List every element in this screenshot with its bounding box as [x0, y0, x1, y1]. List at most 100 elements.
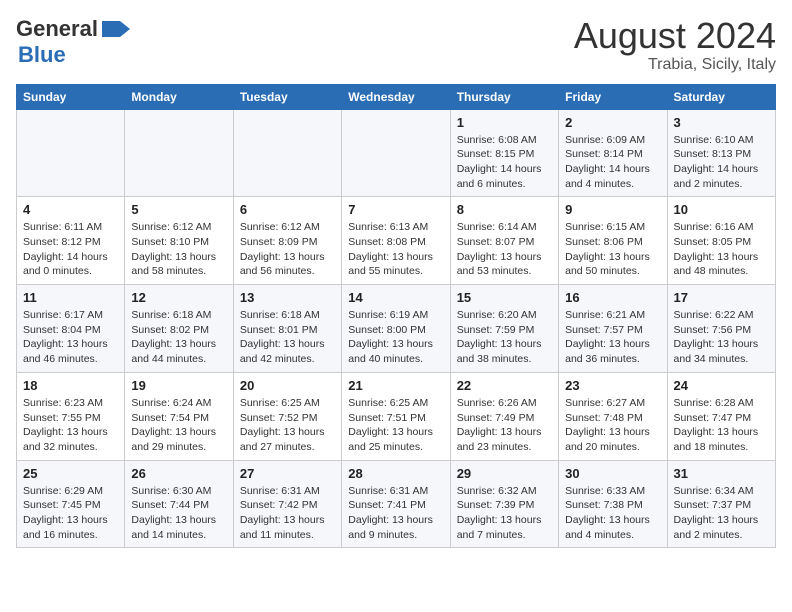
day-info: Sunrise: 6:18 AMSunset: 8:02 PMDaylight:… [131, 308, 226, 367]
calendar-cell [125, 109, 233, 197]
calendar-cell: 24 Sunrise: 6:28 AMSunset: 7:47 PMDayligh… [667, 372, 775, 460]
weekday-header-thursday: Thursday [450, 84, 558, 109]
calendar-cell [233, 109, 341, 197]
day-number: 28 [348, 466, 443, 481]
day-number: 8 [457, 202, 552, 217]
weekday-header-row: SundayMondayTuesdayWednesdayThursdayFrid… [17, 84, 776, 109]
calendar-cell: 7 Sunrise: 6:13 AMSunset: 8:08 PMDaylight… [342, 197, 450, 285]
day-number: 31 [674, 466, 769, 481]
day-info: Sunrise: 6:31 AMSunset: 7:41 PMDaylight:… [348, 484, 443, 543]
day-info: Sunrise: 6:09 AMSunset: 8:14 PMDaylight:… [565, 133, 660, 192]
day-number: 30 [565, 466, 660, 481]
day-info: Sunrise: 6:33 AMSunset: 7:38 PMDaylight:… [565, 484, 660, 543]
day-number: 29 [457, 466, 552, 481]
day-number: 25 [23, 466, 118, 481]
day-info: Sunrise: 6:22 AMSunset: 7:56 PMDaylight:… [674, 308, 769, 367]
day-info: Sunrise: 6:32 AMSunset: 7:39 PMDaylight:… [457, 484, 552, 543]
day-info: Sunrise: 6:12 AMSunset: 8:09 PMDaylight:… [240, 220, 335, 279]
calendar-cell: 25 Sunrise: 6:29 AMSunset: 7:45 PMDayligh… [17, 460, 125, 548]
day-number: 12 [131, 290, 226, 305]
day-info: Sunrise: 6:13 AMSunset: 8:08 PMDaylight:… [348, 220, 443, 279]
calendar-week-1: 4 Sunrise: 6:11 AMSunset: 8:12 PMDaylight… [17, 197, 776, 285]
day-number: 3 [674, 115, 769, 130]
day-info: Sunrise: 6:20 AMSunset: 7:59 PMDaylight:… [457, 308, 552, 367]
calendar-week-0: 1 Sunrise: 6:08 AMSunset: 8:15 PMDaylight… [17, 109, 776, 197]
day-number: 15 [457, 290, 552, 305]
weekday-header-tuesday: Tuesday [233, 84, 341, 109]
calendar-cell: 31 Sunrise: 6:34 AMSunset: 7:37 PMDayligh… [667, 460, 775, 548]
day-info: Sunrise: 6:21 AMSunset: 7:57 PMDaylight:… [565, 308, 660, 367]
calendar-subtitle: Trabia, Sicily, Italy [574, 56, 776, 74]
day-info: Sunrise: 6:12 AMSunset: 8:10 PMDaylight:… [131, 220, 226, 279]
day-number: 11 [23, 290, 118, 305]
calendar-body: 1 Sunrise: 6:08 AMSunset: 8:15 PMDaylight… [17, 109, 776, 548]
calendar-week-4: 25 Sunrise: 6:29 AMSunset: 7:45 PMDayligh… [17, 460, 776, 548]
calendar-cell: 17 Sunrise: 6:22 AMSunset: 7:56 PMDayligh… [667, 285, 775, 373]
calendar-cell: 28 Sunrise: 6:31 AMSunset: 7:41 PMDayligh… [342, 460, 450, 548]
day-info: Sunrise: 6:29 AMSunset: 7:45 PMDaylight:… [23, 484, 118, 543]
day-number: 5 [131, 202, 226, 217]
calendar-cell: 16Sunrise: 6:21 AMSunset: 7:57 PMDayligh… [559, 285, 667, 373]
day-number: 10 [674, 202, 769, 217]
calendar-cell: 8Sunrise: 6:14 AMSunset: 8:07 PMDaylight… [450, 197, 558, 285]
day-number: 2 [565, 115, 660, 130]
calendar-table: SundayMondayTuesdayWednesdayThursdayFrid… [16, 84, 776, 549]
day-number: 21 [348, 378, 443, 393]
day-info: Sunrise: 6:25 AMSunset: 7:51 PMDaylight:… [348, 396, 443, 455]
day-info: Sunrise: 6:24 AMSunset: 7:54 PMDaylight:… [131, 396, 226, 455]
day-number: 17 [674, 290, 769, 305]
calendar-cell [342, 109, 450, 197]
calendar-cell: 1 Sunrise: 6:08 AMSunset: 8:15 PMDaylight… [450, 109, 558, 197]
calendar-cell: 14Sunrise: 6:19 AMSunset: 8:00 PMDayligh… [342, 285, 450, 373]
calendar-cell: 22 Sunrise: 6:26 AMSunset: 7:49 PMDayligh… [450, 372, 558, 460]
day-info: Sunrise: 6:23 AMSunset: 7:55 PMDaylight:… [23, 396, 118, 455]
weekday-header-saturday: Saturday [667, 84, 775, 109]
calendar-cell: 13 Sunrise: 6:18 AMSunset: 8:01 PMDayligh… [233, 285, 341, 373]
calendar-cell: 4 Sunrise: 6:11 AMSunset: 8:12 PMDaylight… [17, 197, 125, 285]
calendar-header: SundayMondayTuesdayWednesdayThursdayFrid… [17, 84, 776, 109]
day-info: Sunrise: 6:08 AMSunset: 8:15 PMDaylight:… [457, 133, 552, 192]
calendar-cell: 21 Sunrise: 6:25 AMSunset: 7:51 PMDayligh… [342, 372, 450, 460]
day-info: Sunrise: 6:19 AMSunset: 8:00 PMDaylight:… [348, 308, 443, 367]
day-info: Sunrise: 6:26 AMSunset: 7:49 PMDaylight:… [457, 396, 552, 455]
day-number: 20 [240, 378, 335, 393]
calendar-cell [17, 109, 125, 197]
calendar-week-2: 11Sunrise: 6:17 AMSunset: 8:04 PMDayligh… [17, 285, 776, 373]
day-info: Sunrise: 6:18 AMSunset: 8:01 PMDaylight:… [240, 308, 335, 367]
calendar-cell: 27Sunrise: 6:31 AMSunset: 7:42 PMDayligh… [233, 460, 341, 548]
day-info: Sunrise: 6:16 AMSunset: 8:05 PMDaylight:… [674, 220, 769, 279]
day-info: Sunrise: 6:25 AMSunset: 7:52 PMDaylight:… [240, 396, 335, 455]
day-number: 19 [131, 378, 226, 393]
calendar-cell: 9Sunrise: 6:15 AMSunset: 8:06 PMDaylight… [559, 197, 667, 285]
day-info: Sunrise: 6:28 AMSunset: 7:47 PMDaylight:… [674, 396, 769, 455]
day-number: 7 [348, 202, 443, 217]
day-number: 24 [674, 378, 769, 393]
day-info: Sunrise: 6:34 AMSunset: 7:37 PMDaylight:… [674, 484, 769, 543]
calendar-cell: 2 Sunrise: 6:09 AMSunset: 8:14 PMDaylight… [559, 109, 667, 197]
day-number: 23 [565, 378, 660, 393]
weekday-header-monday: Monday [125, 84, 233, 109]
calendar-cell: 19 Sunrise: 6:24 AMSunset: 7:54 PMDayligh… [125, 372, 233, 460]
page-header: General Blue August 2024 Trabia, Sicily,… [16, 16, 776, 74]
calendar-cell: 10 Sunrise: 6:16 AMSunset: 8:05 PMDayligh… [667, 197, 775, 285]
calendar-cell: 29 Sunrise: 6:32 AMSunset: 7:39 PMDayligh… [450, 460, 558, 548]
calendar-cell: 6Sunrise: 6:12 AMSunset: 8:09 PMDaylight… [233, 197, 341, 285]
logo-blue-text: Blue [18, 42, 66, 68]
day-info: Sunrise: 6:27 AMSunset: 7:48 PMDaylight:… [565, 396, 660, 455]
calendar-cell: 30 Sunrise: 6:33 AMSunset: 7:38 PMDayligh… [559, 460, 667, 548]
day-number: 18 [23, 378, 118, 393]
calendar-week-3: 18 Sunrise: 6:23 AMSunset: 7:55 PMDayligh… [17, 372, 776, 460]
weekday-header-sunday: Sunday [17, 84, 125, 109]
day-info: Sunrise: 6:15 AMSunset: 8:06 PMDaylight:… [565, 220, 660, 279]
day-info: Sunrise: 6:10 AMSunset: 8:13 PMDaylight:… [674, 133, 769, 192]
logo: General Blue [16, 16, 130, 68]
calendar-cell: 15 Sunrise: 6:20 AMSunset: 7:59 PMDayligh… [450, 285, 558, 373]
day-number: 22 [457, 378, 552, 393]
day-number: 1 [457, 115, 552, 130]
day-info: Sunrise: 6:11 AMSunset: 8:12 PMDaylight:… [23, 220, 118, 279]
calendar-cell: 3 Sunrise: 6:10 AMSunset: 8:13 PMDaylight… [667, 109, 775, 197]
day-number: 13 [240, 290, 335, 305]
calendar-cell: 18 Sunrise: 6:23 AMSunset: 7:55 PMDayligh… [17, 372, 125, 460]
calendar-cell: 11Sunrise: 6:17 AMSunset: 8:04 PMDayligh… [17, 285, 125, 373]
day-number: 4 [23, 202, 118, 217]
